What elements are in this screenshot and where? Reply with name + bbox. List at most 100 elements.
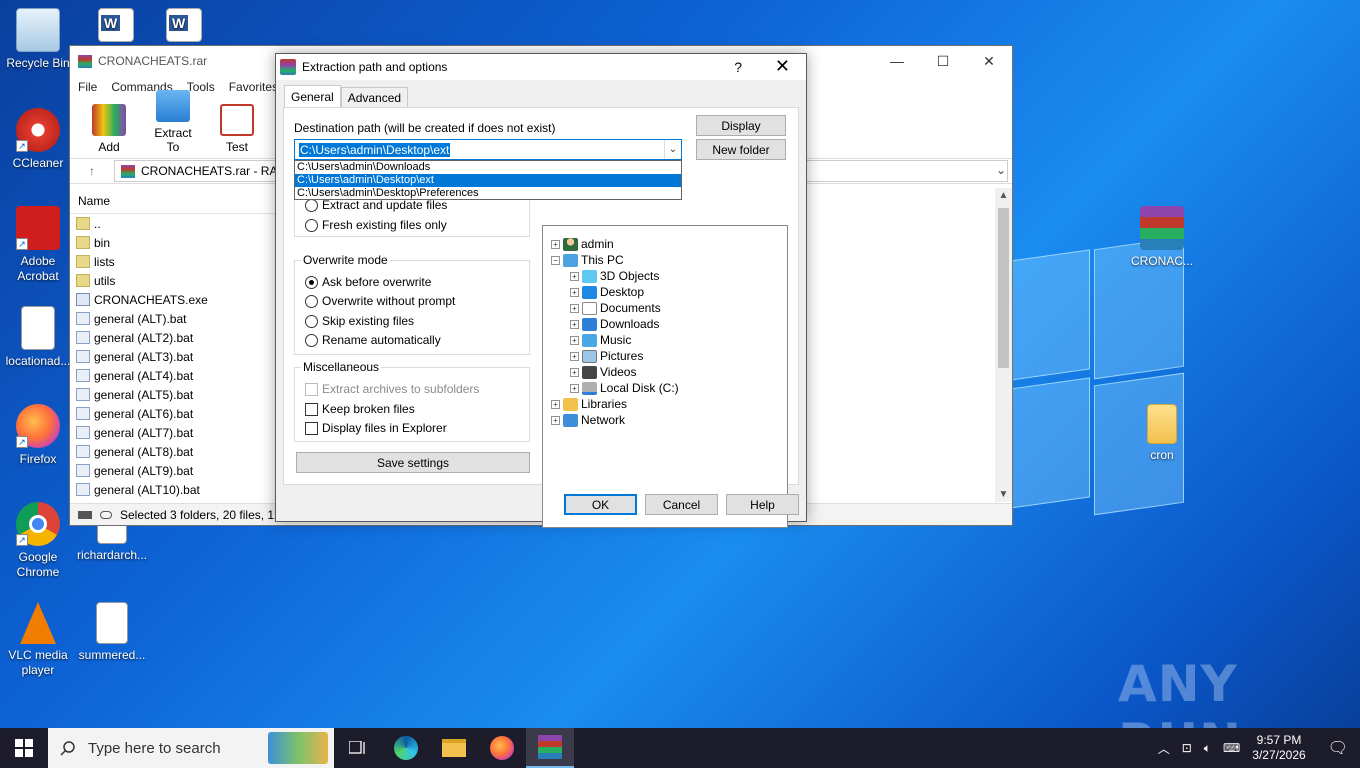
file-list-item[interactable]: general (ALT2).bat [70,328,280,347]
file-list-item[interactable]: utils [70,271,280,290]
help-question-button[interactable]: ? [734,59,742,75]
tree-node-desktop[interactable]: + Desktop [570,284,644,300]
chevron-up-icon[interactable]: ︿ [1158,740,1170,757]
file-list-item[interactable]: general (ALT5).bat [70,385,280,404]
file-list-item[interactable]: general (ALT7).bat [70,423,280,442]
taskbar-winrar[interactable] [526,728,574,768]
tree-node-pictures[interactable]: + Pictures [570,348,643,364]
desktop-icon-firefox[interactable]: ↗ Firefox [0,404,76,467]
checkbox[interactable] [305,421,318,435]
menu-file[interactable]: File [78,80,97,94]
menu-favorites[interactable]: Favorites [229,80,278,94]
file-list-item[interactable]: lists [70,252,280,271]
radio-button[interactable] [305,218,318,232]
tree-node-music[interactable]: + Music [570,332,631,348]
close-button[interactable]: ✕ [966,46,1012,76]
scroll-thumb[interactable] [998,208,1009,368]
file-list-item[interactable]: general (ALT10).bat [70,480,280,499]
taskbar-file-explorer[interactable] [430,728,478,768]
help-button[interactable]: Help [726,494,799,515]
start-button[interactable] [0,728,48,768]
dropdown-option-downloads[interactable]: C:\Users\admin\Downloads [295,161,681,174]
radio-button[interactable] [305,333,318,347]
tree-node-admin[interactable]: + admin [551,236,614,252]
minimize-button[interactable]: — [874,46,920,76]
keyboard-icon[interactable]: ⌨ [1223,741,1240,755]
desktop-icon-word-doc-1[interactable]: W [78,8,154,46]
file-list-scrollbar[interactable]: ▲ ▼ [995,188,1012,502]
display-button[interactable]: Display [696,115,786,136]
chevron-down-icon[interactable]: ⌄ [664,140,681,159]
radio-button[interactable] [305,294,318,308]
file-list-item[interactable]: general (ALT9).bat [70,461,280,480]
rename-automatically-option[interactable]: Rename automatically [305,333,441,347]
tree-node-network[interactable]: + Network [551,412,625,428]
extract-to-button[interactable]: Extract To [148,90,198,154]
folder-tree[interactable]: + admin − This PC +3D Objects + Desktop + Do… [542,225,788,528]
desktop-icon-vlc[interactable]: VLC media player [0,602,76,678]
tab-advanced[interactable]: Advanced [340,87,409,107]
destination-path-combobox[interactable]: C:\Users\admin\Desktop\ext ⌄ [294,139,682,160]
network-icon[interactable]: ⊡ [1182,741,1192,755]
tab-general[interactable]: General [284,85,341,107]
taskbar-firefox[interactable] [478,728,526,768]
file-list-item[interactable]: general (ALT8).bat [70,442,280,461]
volume-icon[interactable]: 🔈︎ [1204,741,1211,756]
radio-button[interactable] [305,198,318,212]
file-list-item[interactable]: general (ALT).bat [70,309,280,328]
fresh-existing-option[interactable]: Fresh existing files only [305,218,447,232]
file-list-item[interactable]: general (ALT3).bat [70,347,280,366]
maximize-button[interactable]: ☐ [920,46,966,76]
desktop-icon-recycle-bin[interactable]: Recycle Bin [0,8,76,71]
tree-node-libraries[interactable]: + Libraries [551,396,627,412]
dialog-close-button[interactable]: ✕ [775,56,790,77]
cancel-button[interactable]: Cancel [645,494,718,515]
tree-node-documents[interactable]: + Documents [570,300,661,316]
taskbar-edge[interactable] [382,728,430,768]
file-list-item[interactable]: general (ALT6).bat [70,404,280,423]
add-button[interactable]: Add [84,104,134,154]
new-folder-button[interactable]: New folder [696,139,786,160]
desktop-icon-adobe-acrobat[interactable]: ↗ Adobe Acrobat [0,206,76,284]
taskbar-search-box[interactable]: Type here to search [48,728,334,768]
file-list-item[interactable]: .. [70,214,280,233]
desktop-icon-chrome[interactable]: ↗ Google Chrome [0,502,76,580]
scroll-down-icon[interactable]: ▼ [995,489,1012,500]
desktop-icon-cronac-archive[interactable]: CRONAC... [1124,206,1200,269]
checkbox[interactable] [305,402,318,416]
column-header-name[interactable]: Name [70,188,280,214]
display-in-explorer-option[interactable]: Display files in Explorer [305,421,447,435]
notification-icon[interactable]: 🗨︎ [1328,738,1348,758]
tree-node-local-disk[interactable]: + Local Disk (C:) [570,380,679,396]
tree-node-3d-objects[interactable]: +3D Objects [570,268,659,284]
desktop-icon-word-doc-2[interactable]: W [146,8,222,46]
file-list-item[interactable]: CRONACHEATS.exe [70,290,280,309]
save-settings-button[interactable]: Save settings [296,452,530,473]
test-button[interactable]: Test [212,104,262,154]
dropdown-option-desktop-ext[interactable]: C:\Users\admin\Desktop\ext [295,174,681,187]
dropdown-option-desktop-preferences[interactable]: C:\Users\admin\Desktop\Preferences [295,187,681,200]
extract-and-update-option[interactable]: Extract and update files [305,198,447,212]
scroll-up-icon[interactable]: ▲ [995,190,1012,201]
radio-button[interactable] [305,275,318,289]
task-view-button[interactable] [334,728,382,768]
file-list-item[interactable]: bin [70,233,280,252]
tree-node-downloads[interactable]: + Downloads [570,316,659,332]
desktop-icon-locationad[interactable]: locationad... [0,306,76,369]
ask-before-overwrite-option[interactable]: Ask before overwrite [305,275,431,289]
address-dropdown-chevron-icon[interactable]: ⌄ [996,163,1006,177]
dialog-titlebar[interactable]: Extraction path and options ? ✕ [276,54,806,80]
up-arrow-icon[interactable]: ↑ [70,164,114,178]
file-list-item[interactable]: general (ALT4).bat [70,366,280,385]
desktop-icon-cron-folder[interactable]: cron [1124,404,1200,463]
ok-button[interactable]: OK [564,494,637,515]
desktop-icon-summered[interactable]: summered... [74,602,150,663]
keep-broken-files-option[interactable]: Keep broken files [305,402,415,416]
clock[interactable]: 9:57 PM 3/27/2026 [1252,733,1305,763]
tree-node-this-pc[interactable]: − This PC [551,252,624,268]
skip-existing-option[interactable]: Skip existing files [305,314,414,328]
radio-button[interactable] [305,314,318,328]
tree-node-videos[interactable]: + Videos [570,364,636,380]
desktop-icon-ccleaner[interactable]: ↗ CCleaner [0,108,76,171]
overwrite-without-prompt-option[interactable]: Overwrite without prompt [305,294,455,308]
